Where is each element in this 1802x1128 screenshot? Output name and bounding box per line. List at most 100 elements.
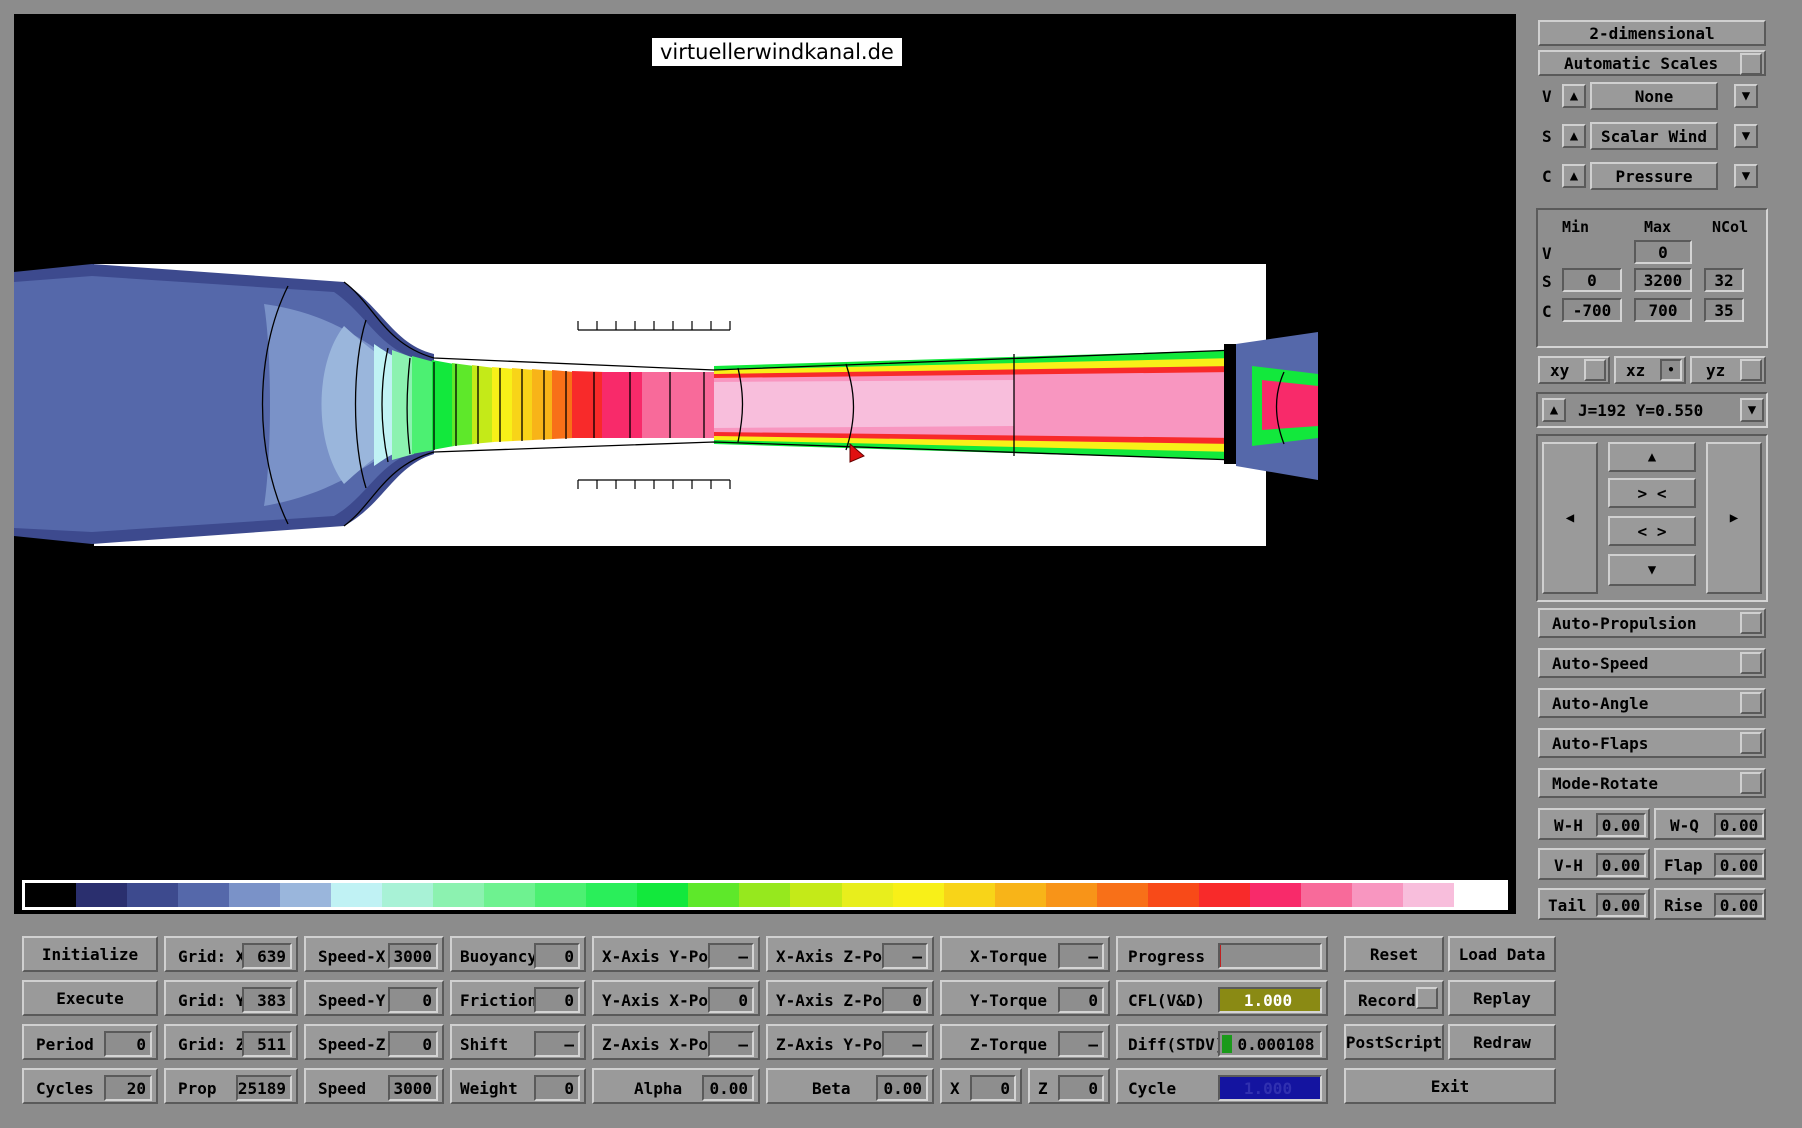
plane-yz-radio[interactable] (1740, 359, 1762, 381)
shift-field[interactable]: — (534, 1031, 580, 1057)
vector-next-arrow-icon[interactable]: ▼ (1734, 84, 1758, 108)
c-min-field[interactable]: -700 (1562, 298, 1622, 322)
grid-y-param: Grid: Y 383 (164, 980, 298, 1016)
prop-field[interactable]: 25189 (236, 1075, 292, 1101)
slice-next-arrow-icon[interactable]: ▼ (1740, 398, 1764, 422)
tail-field[interactable]: 0.00 (1596, 893, 1646, 917)
plane-xz-toggle[interactable]: xz • (1614, 356, 1686, 384)
friction-field[interactable]: 0 (534, 987, 580, 1013)
auto-speed-toggle[interactable]: Auto-Speed (1538, 648, 1766, 678)
z-axis-y-pos-field[interactable]: — (882, 1031, 928, 1057)
s-max-field[interactable]: 3200 (1634, 268, 1692, 292)
grid-x-field[interactable]: 639 (242, 943, 292, 969)
weight-field[interactable]: 0 (534, 1075, 580, 1101)
vector-prev-arrow-icon[interactable]: ▲ (1562, 84, 1586, 108)
z-offset-field[interactable]: 0 (1058, 1075, 1104, 1101)
auto-propulsion-checkbox[interactable] (1740, 612, 1762, 634)
plane-yz-toggle[interactable]: yz (1690, 356, 1766, 384)
x-offset-field[interactable]: 0 (970, 1075, 1016, 1101)
plane-xy-toggle[interactable]: xy (1538, 356, 1610, 384)
auto-flaps-checkbox[interactable] (1740, 732, 1762, 754)
mode-rotate-toggle[interactable]: Mode-Rotate (1538, 768, 1766, 798)
speed-y-field[interactable]: 0 (388, 987, 438, 1013)
load-data-label: Load Data (1458, 944, 1546, 964)
wh-field[interactable]: 0.00 (1596, 813, 1646, 837)
x-torque-field[interactable]: — (1058, 943, 1104, 969)
mode-rotate-checkbox[interactable] (1740, 772, 1762, 794)
rise-label: Rise (1664, 896, 1703, 915)
record-toggle[interactable]: Record (1344, 980, 1444, 1016)
auto-angle-checkbox[interactable] (1740, 692, 1762, 714)
speed-z-field[interactable]: 0 (388, 1031, 438, 1057)
mode-2d-button[interactable]: 2-dimensional (1538, 20, 1766, 46)
c-max-field[interactable]: 700 (1634, 298, 1692, 322)
rise-field[interactable]: 0.00 (1714, 893, 1764, 917)
zoom-in-button[interactable]: > < (1608, 478, 1696, 508)
speed-z-label: Speed-Z (318, 1035, 386, 1054)
v-max-field[interactable]: 0 (1634, 240, 1692, 264)
replay-button[interactable]: Replay (1448, 980, 1556, 1016)
y-axis-x-pos-field[interactable]: 0 (708, 987, 754, 1013)
zoom-out-button[interactable]: < > (1608, 516, 1696, 546)
speed-x-field[interactable]: 3000 (388, 943, 438, 969)
color-next-arrow-icon[interactable]: ▼ (1734, 164, 1758, 188)
auto-scales-checkbox[interactable] (1740, 53, 1762, 75)
exit-button[interactable]: Exit (1344, 1068, 1556, 1104)
redraw-button[interactable]: Redraw (1448, 1024, 1556, 1060)
execute-button[interactable]: Execute (22, 980, 158, 1016)
auto-scales-toggle[interactable]: Automatic Scales (1538, 50, 1766, 76)
wq-field[interactable]: 0.00 (1714, 813, 1764, 837)
z-axis-x-pos-field[interactable]: — (708, 1031, 754, 1057)
plane-xy-radio[interactable] (1584, 359, 1606, 381)
zoom-in-label: > < (1637, 483, 1667, 503)
vector-select-value[interactable]: None (1590, 82, 1718, 110)
grid-z-field[interactable]: 511 (242, 1031, 292, 1057)
y-axis-z-pos-field[interactable]: 0 (882, 987, 928, 1013)
auto-flaps-toggle[interactable]: Auto-Flaps (1538, 728, 1766, 758)
beta-field[interactable]: 0.00 (876, 1075, 928, 1101)
auto-flaps-label: Auto-Flaps (1552, 733, 1649, 753)
pan-right-button[interactable]: ▶ (1706, 442, 1762, 594)
z-axis-y-pos-param: Z-Axis Y-Pos — (766, 1024, 934, 1060)
auto-speed-checkbox[interactable] (1740, 652, 1762, 674)
z-torque-field[interactable]: — (1058, 1031, 1104, 1057)
cfl-label: CFL(V&D) (1128, 991, 1206, 1010)
auto-propulsion-toggle[interactable]: Auto-Propulsion (1538, 608, 1766, 638)
flap-field[interactable]: 0.00 (1714, 853, 1764, 877)
scalar-prev-arrow-icon[interactable]: ▲ (1562, 124, 1586, 148)
scalar-select-value[interactable]: Scalar Wind (1590, 122, 1718, 150)
friction-label: Friction (460, 991, 538, 1010)
pan-left-button[interactable]: ◀ (1542, 442, 1598, 594)
record-checkbox[interactable] (1416, 987, 1438, 1009)
initialize-button[interactable]: Initialize (22, 936, 158, 972)
period-field[interactable]: 0 (104, 1031, 152, 1057)
vh-field[interactable]: 0.00 (1596, 853, 1646, 877)
pan-down-button[interactable]: ▼ (1608, 554, 1696, 586)
reset-button[interactable]: Reset (1344, 936, 1444, 972)
postscript-button[interactable]: PostScript (1344, 1024, 1444, 1060)
alpha-field[interactable]: 0.00 (702, 1075, 754, 1101)
color-swatch (1351, 883, 1403, 907)
slice-prev-arrow-icon[interactable]: ▲ (1542, 398, 1566, 422)
color-swatch (1198, 883, 1250, 907)
auto-angle-toggle[interactable]: Auto-Angle (1538, 688, 1766, 718)
s-ncol-field[interactable]: 32 (1704, 268, 1744, 292)
plane-xz-radio[interactable]: • (1660, 359, 1682, 381)
speed-field[interactable]: 3000 (388, 1075, 438, 1101)
beta-param: Beta 0.00 (766, 1068, 934, 1104)
load-data-button[interactable]: Load Data (1448, 936, 1556, 972)
x-axis-z-pos-field[interactable]: — (882, 943, 928, 969)
grid-y-field[interactable]: 383 (242, 987, 292, 1013)
c-ncol-field[interactable]: 35 (1704, 298, 1744, 322)
cycles-field[interactable]: 20 (104, 1075, 152, 1101)
flow-viewport[interactable]: virtuellerwindkanal.de (14, 14, 1516, 914)
y-torque-field[interactable]: 0 (1058, 987, 1104, 1013)
buoyancy-field[interactable]: 0 (534, 943, 580, 969)
pan-up-button[interactable]: ▲ (1608, 442, 1696, 472)
color-swatch (1249, 883, 1301, 907)
scalar-next-arrow-icon[interactable]: ▼ (1734, 124, 1758, 148)
color-select-value[interactable]: Pressure (1590, 162, 1718, 190)
x-axis-y-pos-field[interactable]: — (708, 943, 754, 969)
color-prev-arrow-icon[interactable]: ▲ (1562, 164, 1586, 188)
s-min-field[interactable]: 0 (1562, 268, 1622, 292)
